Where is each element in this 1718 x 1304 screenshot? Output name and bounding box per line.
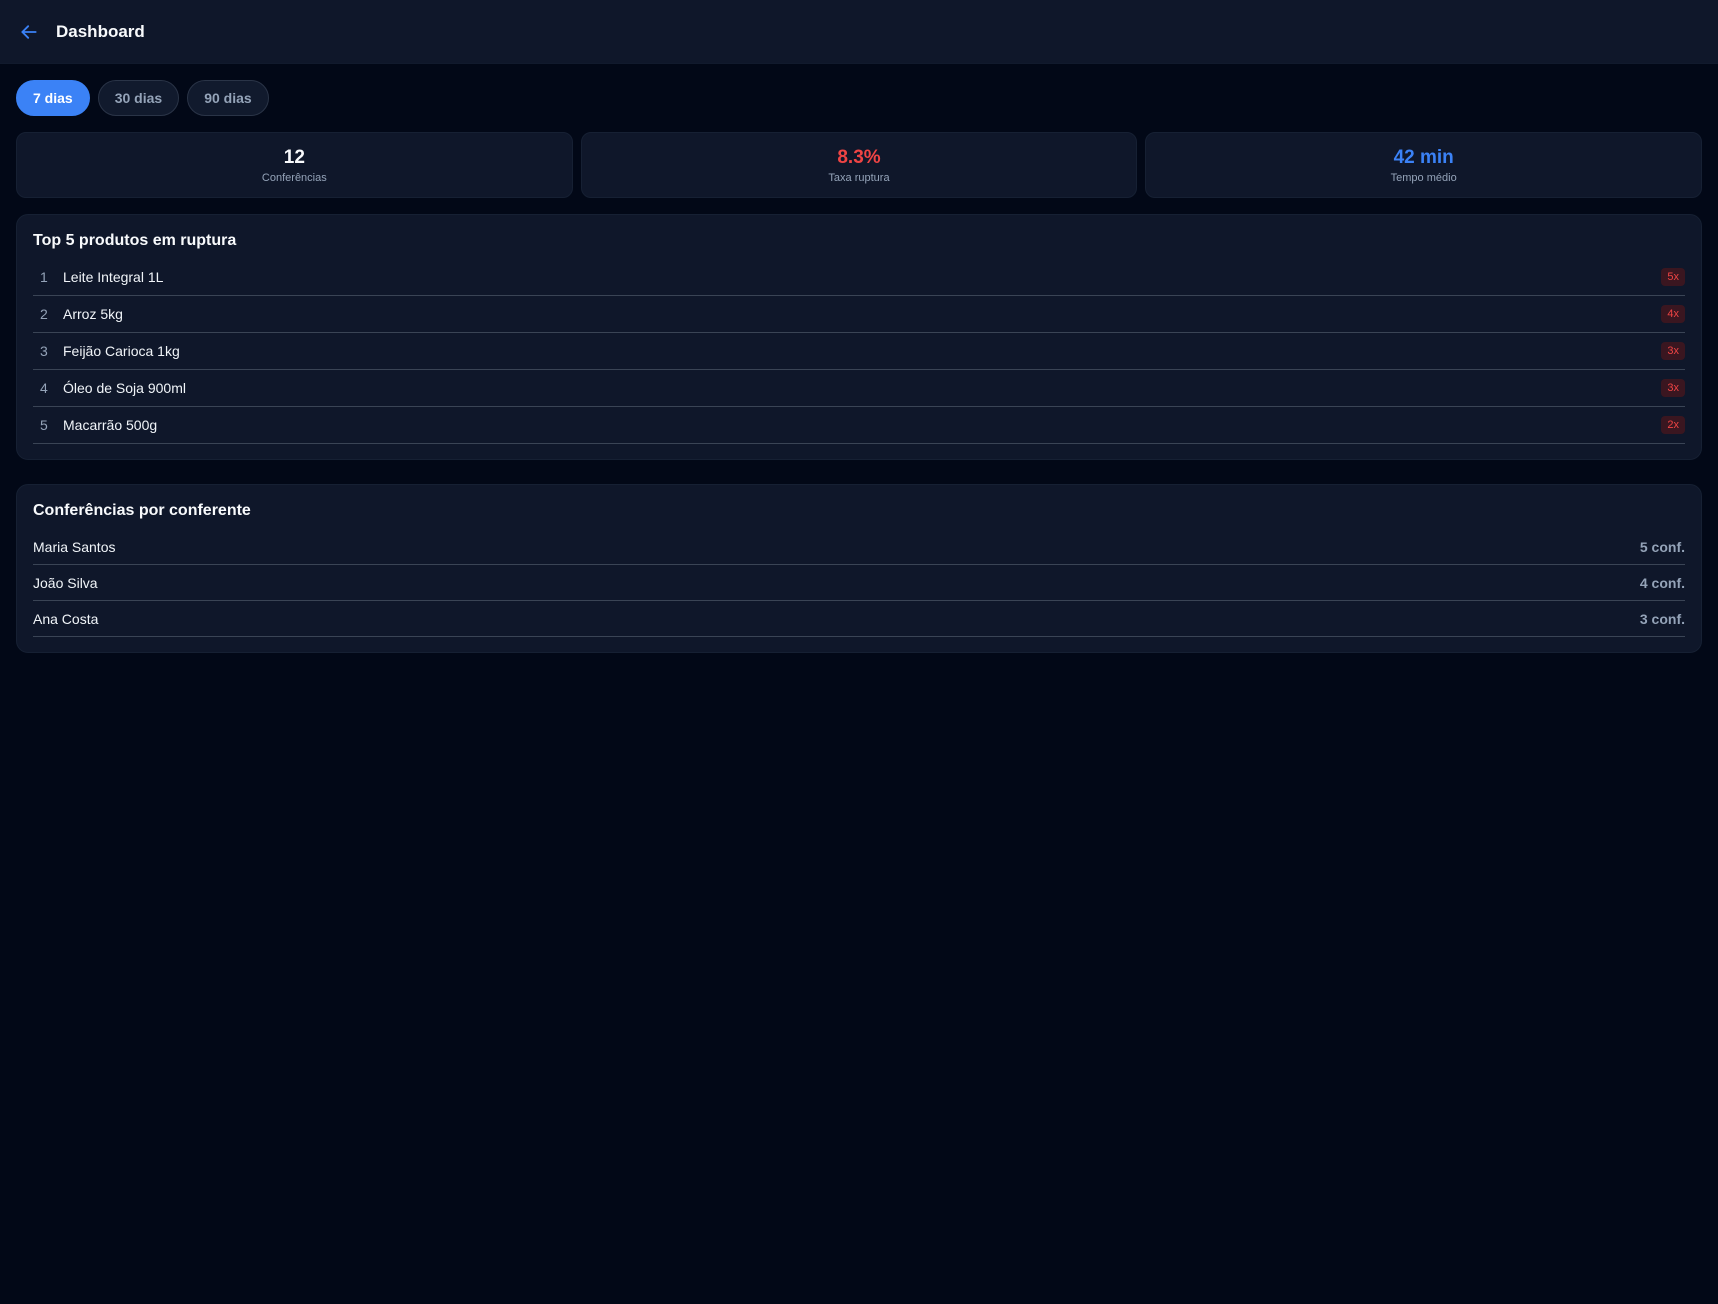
list-item: Ana Costa 3 conf. (33, 601, 1685, 637)
stat-card-tempo-medio: 42 min Tempo médio (1145, 132, 1703, 198)
panel-title: Conferências por conferente (33, 502, 251, 519)
checker-count: 4 conf. (1639, 574, 1685, 591)
top-products-panel: Top 5 produtos em ruptura 1 Leite Integr… (16, 214, 1702, 460)
checker-name: Ana Costa (33, 610, 99, 627)
list-item: João Silva 4 conf. (33, 565, 1685, 601)
list-item: 4 Óleo de Soja 900ml 3x (33, 370, 1685, 407)
top-bar: Dashboard (0, 0, 1718, 64)
stat-value: 12 (283, 146, 305, 168)
list-item: Maria Santos 5 conf. (33, 529, 1685, 565)
back-button[interactable] (16, 19, 42, 45)
rupture-count-badge: 5x (1661, 268, 1685, 286)
rank-number: 4 (40, 380, 48, 396)
stats-row: 12 Conferências 8.3% Taxa ruptura 42 min… (16, 132, 1703, 198)
rank-number: 2 (40, 306, 48, 322)
period-tab-30-dias[interactable]: 30 dias (97, 80, 180, 116)
rupture-count-badge: 2x (1661, 416, 1685, 434)
product-name: Leite Integral 1L (63, 269, 164, 285)
stat-value: 42 min (1393, 146, 1454, 168)
product-name: Feijão Carioca 1kg (63, 343, 180, 359)
rupture-count-badge: 4x (1661, 305, 1685, 323)
period-tab-90-dias[interactable]: 90 dias (187, 80, 269, 116)
product-name: Óleo de Soja 900ml (63, 380, 186, 396)
stat-value: 8.3% (837, 146, 881, 168)
stat-label: Taxa ruptura (828, 171, 890, 184)
list-item: 5 Macarrão 500g 2x (33, 407, 1685, 444)
checker-count: 5 conf. (1639, 538, 1685, 555)
list-item: 1 Leite Integral 1L 5x (33, 259, 1685, 296)
rank-number: 3 (40, 343, 48, 359)
panel-title: Top 5 produtos em ruptura (33, 232, 237, 249)
checker-name: Maria Santos (33, 538, 116, 555)
checker-count: 3 conf. (1639, 610, 1685, 627)
stat-label: Tempo médio (1390, 171, 1457, 184)
checker-panel: Conferências por conferente Maria Santos… (16, 484, 1702, 653)
main-content: 7 dias 30 dias 90 dias 12 Conferências 8… (0, 64, 1718, 653)
arrow-left-icon (21, 24, 37, 39)
period-filter: 7 dias 30 dias 90 dias (16, 80, 1702, 116)
stat-card-conferencias: 12 Conferências (16, 132, 573, 198)
checker-name: João Silva (33, 574, 98, 591)
rank-number: 1 (40, 269, 48, 285)
list-item: 2 Arroz 5kg 4x (33, 296, 1685, 333)
list-item: 3 Feijão Carioca 1kg 3x (33, 333, 1685, 370)
stat-label: Conferências (261, 171, 327, 184)
stat-card-taxa-ruptura: 8.3% Taxa ruptura (580, 132, 1138, 198)
product-name: Macarrão 500g (63, 417, 158, 433)
page-title: Dashboard (56, 21, 145, 41)
rank-number: 5 (40, 417, 48, 433)
product-name: Arroz 5kg (63, 306, 123, 322)
rupture-count-badge: 3x (1661, 342, 1685, 360)
period-tab-7-dias[interactable]: 7 dias (16, 80, 90, 116)
rupture-count-badge: 3x (1661, 379, 1685, 397)
